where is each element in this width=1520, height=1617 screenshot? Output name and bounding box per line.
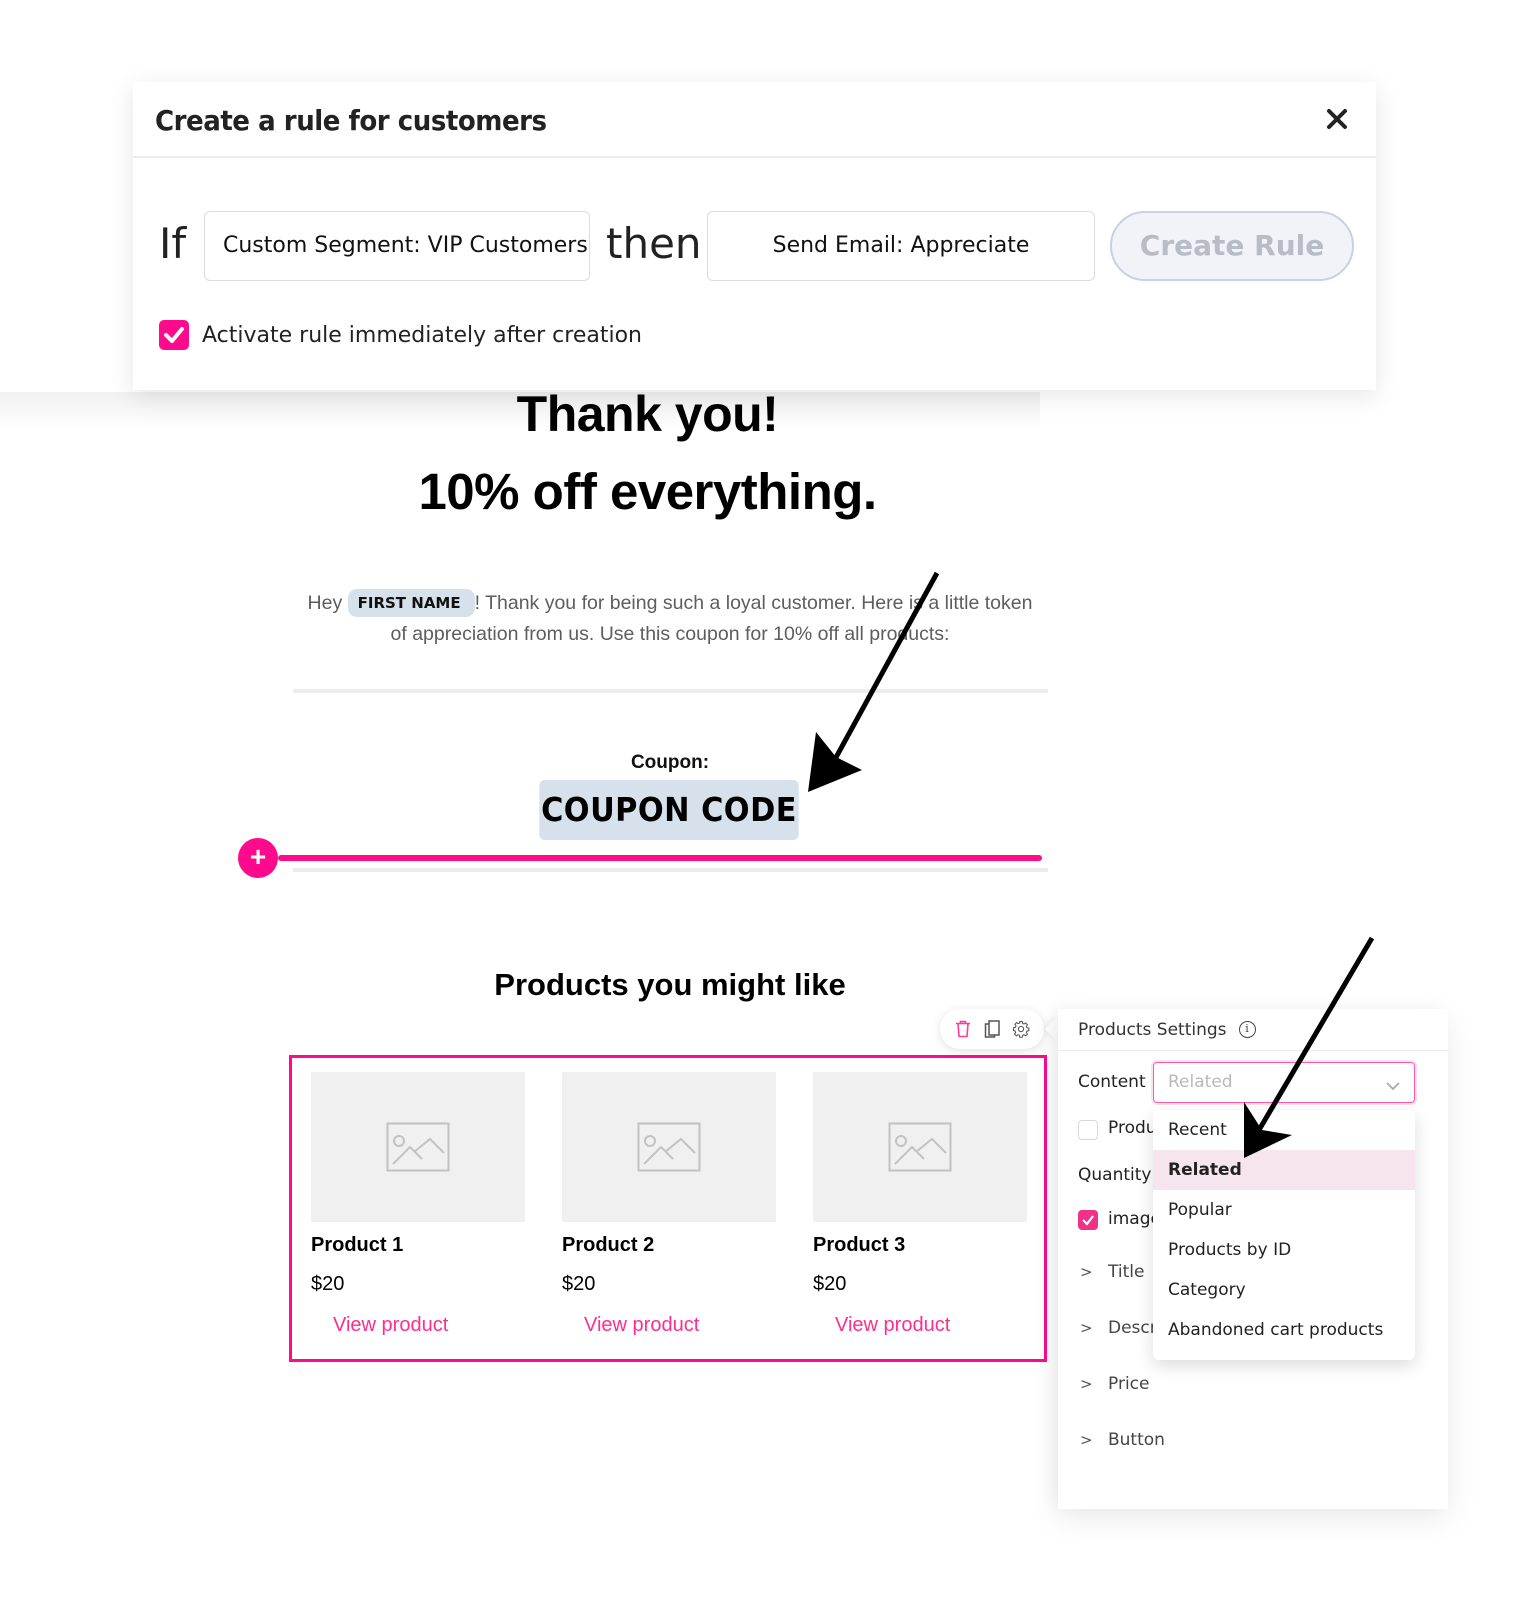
- quantity-label: Quantity: [1078, 1165, 1152, 1185]
- insert-block-button[interactable]: +: [238, 838, 278, 878]
- create-rule-button[interactable]: Create Rule: [1110, 211, 1354, 281]
- section-title[interactable]: > Title: [1080, 1262, 1144, 1282]
- coupon-label: Coupon:: [630, 752, 710, 773]
- content-select-value: Related: [1168, 1072, 1233, 1092]
- chevron-right-icon: >: [1080, 1263, 1093, 1281]
- chevron-down-icon: [1384, 1071, 1402, 1109]
- product-card[interactable]: Product 2 $20 View product: [562, 1072, 776, 1337]
- product-card[interactable]: Product 3 $20 View product: [813, 1072, 1027, 1337]
- image-placeholder-icon: [386, 1122, 450, 1172]
- view-product-link[interactable]: View product: [835, 1314, 950, 1337]
- products-title[interactable]: Products you might like: [290, 967, 1050, 1003]
- body-prefix: Hey: [307, 592, 343, 614]
- modal-title: Create a rule for customers: [155, 104, 547, 137]
- gear-icon[interactable]: [1010, 1018, 1032, 1040]
- chevron-right-icon: >: [1080, 1319, 1093, 1337]
- trash-icon[interactable]: [952, 1018, 974, 1040]
- condition-select[interactable]: Custom Segment: VIP Customers: [204, 211, 590, 281]
- product-image: [311, 1072, 525, 1222]
- content-dropdown-menu: Recent Related Popular Products by ID Ca…: [1153, 1110, 1415, 1360]
- product-price: $20: [813, 1273, 847, 1295]
- dropdown-option-abandoned-cart[interactable]: Abandoned cart products: [1153, 1310, 1415, 1350]
- product-name: Product 2: [562, 1234, 655, 1256]
- dropdown-option-related[interactable]: Related: [1153, 1150, 1415, 1190]
- action-select[interactable]: Send Email: Appreciate: [707, 211, 1095, 281]
- product-checkbox[interactable]: [1078, 1120, 1098, 1140]
- settings-header: Products Settings i: [1058, 1009, 1448, 1051]
- product-image: [813, 1072, 1027, 1222]
- section-price[interactable]: > Price: [1080, 1374, 1149, 1394]
- coupon-code[interactable]: COUPON CODE: [539, 780, 799, 840]
- section-button[interactable]: > Button: [1080, 1430, 1165, 1450]
- dropdown-option-popular[interactable]: Popular: [1153, 1190, 1415, 1230]
- product-card[interactable]: Product 1 $20 View product: [311, 1072, 525, 1337]
- info-icon[interactable]: i: [1238, 1021, 1256, 1038]
- products-block[interactable]: Product 1 $20 View product Product 2 $20…: [289, 1055, 1047, 1362]
- product-checkbox-label: Produ: [1108, 1118, 1157, 1138]
- content-select[interactable]: Related: [1153, 1062, 1415, 1103]
- product-image: [562, 1072, 776, 1222]
- body-paragraph[interactable]: Hey FIRST NAME! Thank you for being such…: [300, 588, 1040, 650]
- divider-top: [293, 689, 1048, 693]
- if-label: If: [159, 219, 187, 268]
- product-price: $20: [562, 1273, 596, 1295]
- headline-discount[interactable]: 10% off everything.: [280, 462, 1015, 521]
- body-suffix: ! Thank you for being such a loyal custo…: [390, 592, 1033, 645]
- dropdown-option-products-by-id[interactable]: Products by ID: [1153, 1230, 1415, 1270]
- divider-bottom: [293, 868, 1048, 872]
- modal-header: Create a rule for customers: [133, 82, 1376, 158]
- view-product-link[interactable]: View product: [333, 1314, 448, 1337]
- checkmark-icon: [164, 327, 184, 343]
- block-toolbar: [940, 1009, 1044, 1049]
- activate-rule-label: Activate rule immediately after creation: [202, 322, 642, 348]
- close-icon[interactable]: [1322, 104, 1352, 134]
- settings-title: Products Settings: [1078, 1019, 1227, 1040]
- then-label: then: [606, 219, 702, 268]
- view-product-link[interactable]: View product: [584, 1314, 699, 1337]
- checkbox-checked[interactable]: [159, 320, 189, 350]
- create-rule-modal: Create a rule for customers If Custom Se…: [133, 82, 1376, 390]
- chevron-right-icon: >: [1080, 1431, 1093, 1449]
- checkmark-icon: [1082, 1215, 1094, 1226]
- content-label: Content: [1078, 1072, 1146, 1092]
- section-description[interactable]: > Descr: [1080, 1318, 1157, 1338]
- image-checkbox[interactable]: [1078, 1210, 1098, 1230]
- image-placeholder-icon: [888, 1122, 952, 1172]
- product-name: Product 3: [813, 1234, 906, 1256]
- dropdown-option-recent[interactable]: Recent: [1153, 1110, 1415, 1150]
- chevron-right-icon: >: [1080, 1375, 1093, 1393]
- dropdown-option-category[interactable]: Category: [1153, 1270, 1415, 1310]
- insert-drop-line: [278, 855, 1042, 861]
- image-placeholder-icon: [637, 1122, 701, 1172]
- activate-rule-checkbox[interactable]: Activate rule immediately after creation: [159, 320, 642, 350]
- product-price: $20: [311, 1273, 345, 1295]
- product-name: Product 1: [311, 1234, 404, 1256]
- merge-tag-first-name[interactable]: FIRST NAME: [347, 589, 475, 617]
- duplicate-icon[interactable]: [981, 1018, 1003, 1040]
- headline-thank-you[interactable]: Thank you!: [280, 385, 1015, 443]
